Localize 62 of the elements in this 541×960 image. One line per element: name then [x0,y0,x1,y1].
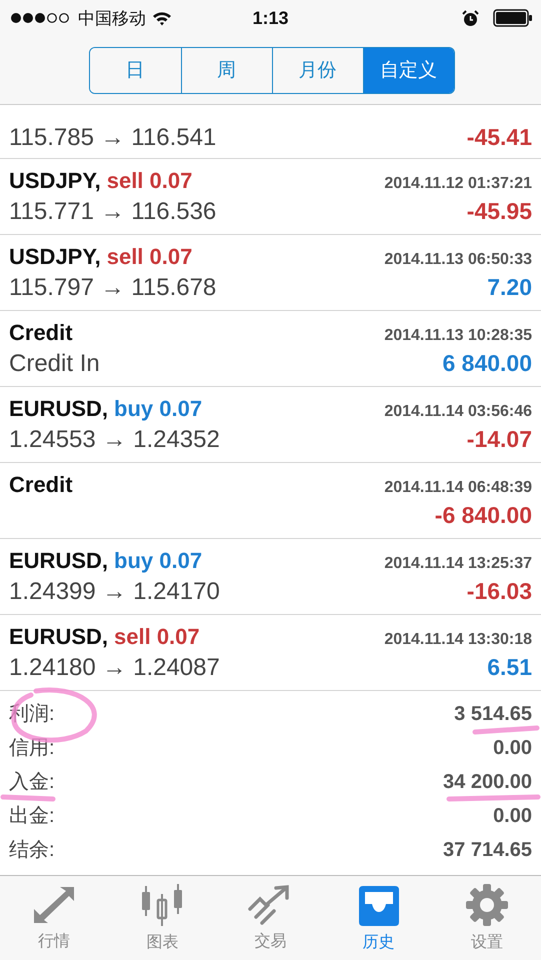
deal-time: 2014.11.14 13:25:37 [384,554,532,572]
deal-prices: 115.797 → 115.678 [9,274,216,302]
candlestick-icon [140,884,184,926]
deal-time: 2014.11.13 06:50:33 [384,250,532,268]
deal-profit: -45.41 [466,124,532,151]
signal-icon [10,12,72,24]
deal-symbol: Credit [9,320,73,346]
summary-label: 利润: [9,703,55,725]
highlight-stroke [471,725,541,735]
deal-profit: -14.07 [466,426,532,452]
summary-value: 0.00 [493,737,532,759]
deal-symbol: EURUSD, [9,548,108,574]
deal-symbol: USDJPY, [9,168,101,194]
battery-icon [493,9,533,27]
bottom-tab[interactable]: 图表 [117,884,208,952]
summary-label: 出金: [9,805,55,827]
deal-time: 2014.11.13 10:28:35 [384,326,532,344]
deal-profit: 6.51 [487,654,532,680]
alarm-icon [462,10,479,26]
deal-profit: -16.03 [466,578,532,604]
deal-prices: Credit In [9,350,100,378]
summary-value: 0.00 [493,805,532,827]
deal-prices: 1.24180 → 1.24087 [9,654,220,682]
two-way-arrow-icon [32,884,76,924]
summary-label: 信用: [9,737,55,759]
bottom-tab[interactable]: 历史 [334,884,424,952]
summary-value: 3 514.65 [454,703,532,725]
deal-prices: 1.24553 → 1.24352 [9,426,220,454]
settings-icon [466,884,508,926]
bottom-tab[interactable]: 交易 [225,884,316,952]
carrier-name: 中国移动 [78,8,146,30]
deal-prices: 115.771 → 116.536 [9,198,216,226]
highlight-stroke [0,793,56,803]
deal-order: sell 0.07 [114,624,200,650]
summary-label: 入金: [9,771,55,793]
deal-order: buy 0.07 [114,396,202,422]
deal-order: sell 0.07 [106,244,192,270]
bottom-tab[interactable]: 行情 [9,884,100,952]
summary-value: 37 714.65 [443,839,532,861]
deal-order: sell 0.07 [106,168,192,194]
deal-prices: 115.785 → 116.541 [9,124,216,152]
deal-time: 2014.11.14 06:48:39 [384,479,532,497]
inbox-icon [356,884,401,926]
period-tab[interactable]: 自定义 [362,48,454,92]
bottom-tab[interactable]: 设置 [442,884,532,952]
deal-order: buy 0.07 [114,548,202,574]
clock-time: 1:13 [252,8,289,28]
deal-time: 2014.11.12 01:37:21 [384,174,532,192]
deal-profit: -6 840.00 [434,502,532,529]
deal-symbol: EURUSD, [9,396,108,422]
summary-value: 34 200.00 [443,771,532,793]
wifi-icon [152,10,172,26]
deal-symbol: Credit [9,472,73,498]
deal-profit: 7.20 [487,274,532,300]
summary-label: 结余: [9,839,55,861]
deal-symbol: USDJPY, [9,244,101,270]
deal-symbol: EURUSD, [9,624,108,650]
deal-time: 2014.11.14 13:30:18 [384,630,532,648]
deal-prices: 1.24399 → 1.24170 [9,578,220,606]
deal-profit: -45.95 [466,198,532,224]
deal-profit: 6 840.00 [442,350,532,376]
deal-time: 2014.11.14 03:56:46 [384,402,532,420]
